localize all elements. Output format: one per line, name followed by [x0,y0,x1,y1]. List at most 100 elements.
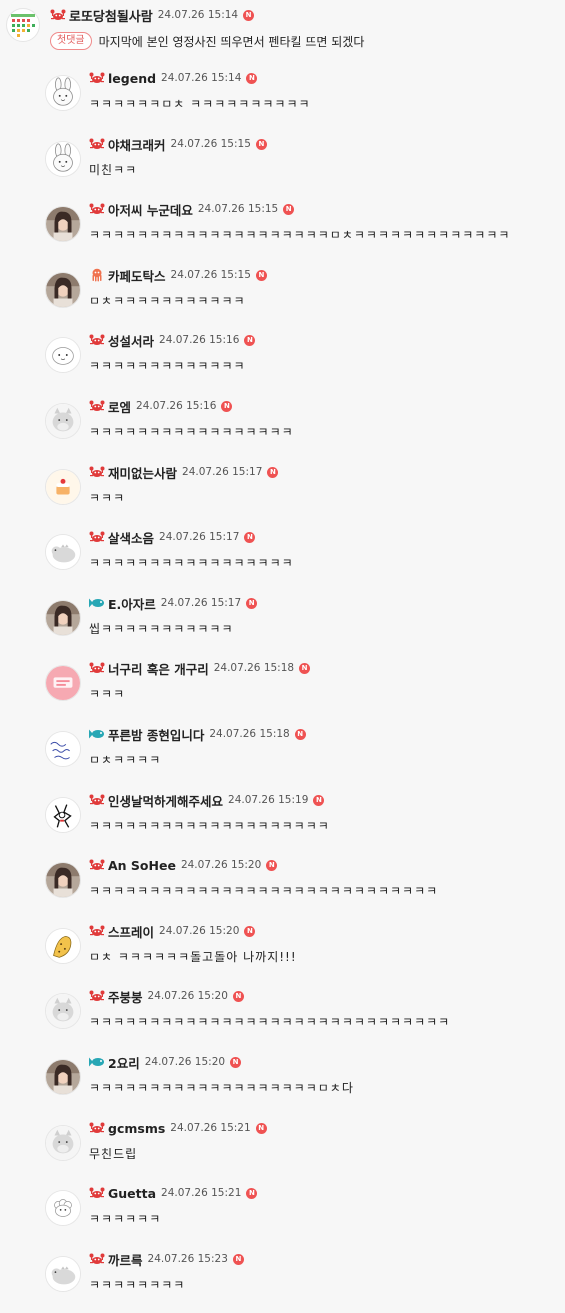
comment-nickname[interactable]: 로또당첨될사람 [69,6,153,25]
crab-icon [89,399,105,413]
user-avatar[interactable] [45,75,81,111]
comment-nickname[interactable]: 까르륵 [108,1250,143,1269]
crab-icon [89,1186,105,1200]
new-badge: N [232,990,244,1002]
comment-header: 푸른밤 종현입니다 24.07.26 15:18 N [89,725,306,743]
comment-nickname[interactable]: 성설서라 [108,331,154,350]
comment-timestamp: 24.07.26 15:18 [213,662,295,674]
comment-header: gcmsms 24.07.26 15:21 N [89,1119,267,1137]
new-badge: N [255,269,267,281]
user-avatar[interactable] [45,1190,81,1226]
new-badge: N [230,1056,242,1068]
crab-icon [89,989,105,1003]
fish-icon [89,727,105,741]
calendar-avatar[interactable] [6,8,40,42]
new-badge: N [299,662,311,674]
user-avatar[interactable] [45,993,81,1029]
comment-nickname[interactable]: 재미없는사람 [108,463,177,482]
new-badge: N [255,1122,267,1134]
user-avatar[interactable] [45,206,81,242]
user-avatar[interactable] [45,403,81,439]
new-badge: N [283,203,295,215]
comment-thread: 로또당첨될사람 24.07.26 15:14 N 첫댓글 마지막에 본인 영정사… [0,0,565,1304]
comment-text: ㅁㅊㅋㅋㅋㅋ [89,752,162,767]
comment-nickname[interactable]: 아저씨 누군데요 [108,200,193,219]
comment-nickname[interactable]: 스프레이 [108,922,154,941]
user-avatar[interactable] [45,141,81,177]
comment-nickname[interactable]: 살색소음 [108,528,154,547]
new-badge: N [246,1187,258,1199]
crab-icon [89,858,105,872]
comment-timestamp: 24.07.26 15:20 [180,859,262,871]
crab-icon [89,924,105,938]
comment-nickname[interactable]: 로엠 [108,397,131,416]
user-avatar[interactable] [45,797,81,833]
user-avatar[interactable] [45,337,81,373]
new-badge: N [246,597,258,609]
comment-timestamp: 24.07.26 15:15 [197,203,279,215]
reply-comment: 푸른밤 종현입니다 24.07.26 15:18 N ㅁㅊㅋㅋㅋㅋ [0,722,565,788]
user-avatar[interactable] [45,862,81,898]
comment-header: 재미없는사람 24.07.26 15:17 N [89,463,279,482]
comment-timestamp: 24.07.26 15:14 [161,72,242,84]
comment-nickname[interactable]: 인생날먹하게해주세요 [108,791,223,810]
new-badge: N [243,9,255,21]
user-avatar[interactable] [45,1125,81,1161]
comment-header: legend 24.07.26 15:14 N [89,69,258,87]
user-avatar[interactable] [45,469,81,505]
new-badge: N [294,728,306,740]
user-avatar[interactable] [45,1256,81,1292]
user-avatar[interactable] [45,272,81,308]
comment-text: ㅋㅋㅋㅋㅋㅋㅋㅋㅋㅋㅋㅋㅋ [89,358,246,373]
comment-text: ㅋㅋㅋ [89,686,126,701]
new-badge: N [255,138,267,150]
comment-header: 주붕붕 24.07.26 15:20 N [89,987,244,1005]
crab-icon [89,661,105,675]
comment-nickname[interactable]: E.아자르 [108,594,156,613]
comment-timestamp: 24.07.26 15:15 [170,138,251,150]
comment-body: ㅁㅊ ㅋㅋㅋㅋㅋㅋ돌고돌아 나까지!!! [89,947,297,965]
reply-comment: gcmsms 24.07.26 15:21 N 무친드립 [0,1116,565,1182]
user-avatar[interactable] [45,1059,81,1095]
comment-nickname[interactable]: gcmsms [108,1121,165,1136]
comment-text: ㅋㅋㅋ [89,490,126,505]
comment-body: ㅋㅋㅋㅋㅋㅋㅋㅋㅋㅋㅋㅋㅋ [89,356,246,374]
reply-comment: 카페도탁스 24.07.26 15:15 N ㅁㅊㅋㅋㅋㅋㅋㅋㅋㅋㅋㅋㅋ [0,263,565,329]
comment-text: ㅋㅋㅋㅋㅋㅋㅋㅋㅋㅋㅋㅋㅋㅋㅋㅋㅋㅋㅋㅋ [89,818,330,833]
comment-body: ㅋㅋㅋㅋㅋㅋㅁㅊ ㅋㅋㅋㅋㅋㅋㅋㅋㅋㅋ [89,94,311,112]
new-badge: N [232,1253,244,1265]
comment-header: 로엠 24.07.26 15:16 N [89,397,233,416]
comment-nickname[interactable]: legend [108,71,156,86]
comment-nickname[interactable]: 2요리 [108,1053,140,1072]
comment-nickname[interactable]: 너구리 혹은 개구리 [108,659,209,678]
comment-nickname[interactable]: 푸른밤 종현입니다 [108,725,204,744]
comment-timestamp: 24.07.26 15:16 [136,400,217,412]
reply-comment: Guetta 24.07.26 15:21 N ㅋㅋㅋㅋㅋㅋ [0,1181,565,1247]
reply-comment: legend 24.07.26 15:14 N ㅋㅋㅋㅋㅋㅋㅁㅊ ㅋㅋㅋㅋㅋㅋㅋㅋㅋㅋ [0,66,565,132]
user-avatar[interactable] [45,534,81,570]
reply-comment: 인생날먹하게해주세요 24.07.26 15:19 N ㅋㅋㅋㅋㅋㅋㅋㅋㅋㅋㅋㅋㅋㅋㅋ… [0,788,565,854]
comment-body: 미친ㅋㅋ [89,160,137,178]
comment-body: ㅋㅋㅋㅋㅋㅋㅋㅋㅋㅋㅋㅋㅋㅋㅋㅋㅋ [89,422,294,440]
user-avatar[interactable] [45,600,81,636]
new-badge: N [244,531,256,543]
new-badge: N [266,859,278,871]
reply-comment: 2요리 24.07.26 15:20 N ㅋㅋㅋㅋㅋㅋㅋㅋㅋㅋㅋㅋㅋㅋㅋㅋㅋㅋㅋㅁㅊ다 [0,1050,565,1116]
comment-nickname[interactable]: An SoHee [108,858,176,873]
new-badge: N [244,334,256,346]
comment-nickname[interactable]: 카페도탁스 [108,266,166,285]
crab-icon [89,465,105,479]
comment-nickname[interactable]: Guetta [108,1186,156,1201]
new-badge: N [221,400,233,412]
user-avatar[interactable] [45,665,81,701]
comment-header: 야채크래커 24.07.26 15:15 N [89,135,267,153]
comment-nickname[interactable]: 야채크래커 [108,135,166,154]
user-avatar[interactable] [45,928,81,964]
user-avatar[interactable] [45,731,81,767]
reply-comment: 까르륵 24.07.26 15:23 N ㅋㅋㅋㅋㅋㅋㅋㅋ [0,1247,565,1313]
comment-text: ㅁㅊ ㅋㅋㅋㅋㅋㅋ돌고돌아 나까지!!! [89,949,297,964]
comment-text: ㅋㅋㅋㅋㅋㅋㅋㅋㅋㅋㅋㅋㅋㅋㅋㅋㅋ [89,424,294,439]
comment-body: 첫댓글 마지막에 본인 영정사진 띄우면서 펜타킬 뜨면 되겠다 [50,32,364,50]
comment-text: ㅋㅋㅋㅋㅋㅋㅋㅋㅋㅋㅋㅋㅋㅋㅋㅋㅋㅋㅋㅋㅋㅋㅋㅋㅋㅋㅋㅋㅋㅋ [89,1014,451,1029]
comment-nickname[interactable]: 주붕붕 [108,987,143,1006]
